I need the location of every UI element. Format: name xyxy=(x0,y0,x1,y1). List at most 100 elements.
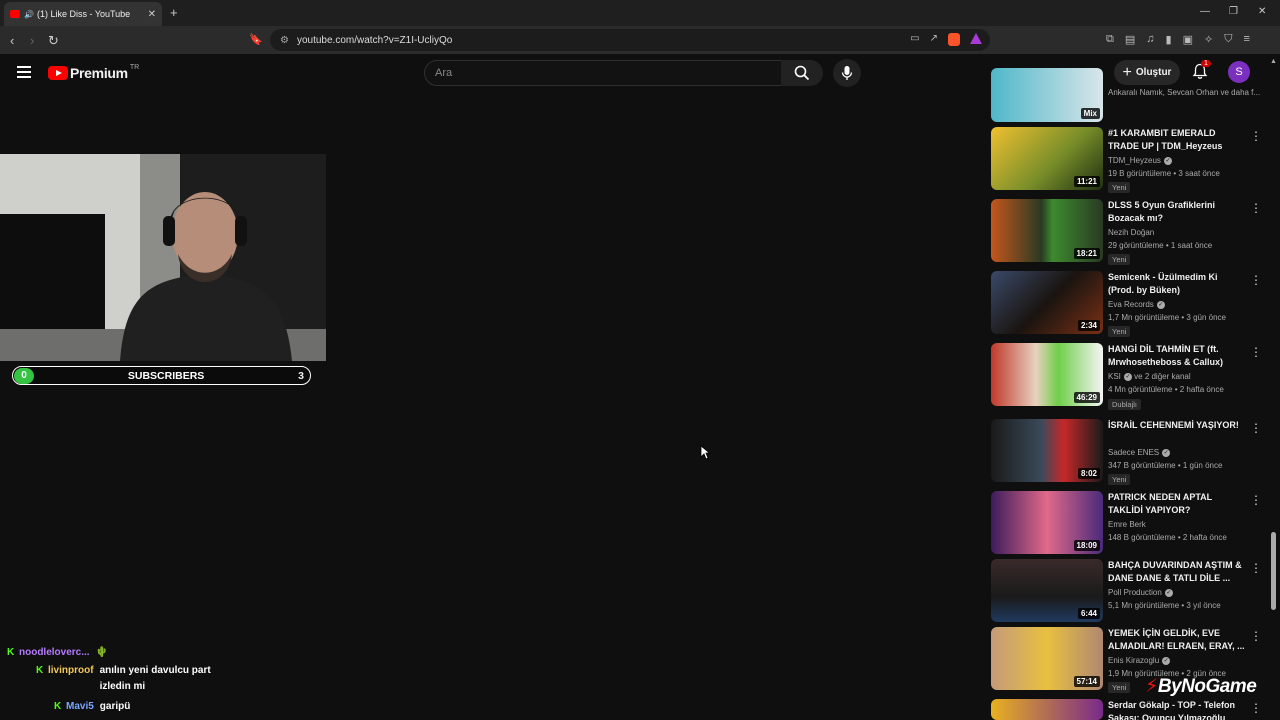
video-thumbnail[interactable] xyxy=(991,699,1103,720)
video-title[interactable]: Serdar Gökalp - TOP - Telefon Şakası: Oy… xyxy=(1108,699,1245,720)
more-options-icon[interactable]: ⋮ xyxy=(1250,345,1262,359)
video-duration: 18:21 xyxy=(1073,248,1100,259)
notification-count-badge: 1 xyxy=(1201,60,1211,67)
share-icon[interactable]: ↗ xyxy=(930,33,938,46)
video-thumbnail[interactable]: 2:34 xyxy=(991,271,1103,334)
close-tab-icon[interactable]: ✕ xyxy=(148,9,156,20)
video-title[interactable]: BAHÇA DUVARINDAN AŞTIM & DANE DANE & TAT… xyxy=(1108,559,1245,585)
brave-shields-icon[interactable] xyxy=(948,33,960,46)
new-badge: Yeni xyxy=(1108,474,1131,485)
cast-icon[interactable]: ▭ xyxy=(910,33,919,46)
subscriber-start-count: 0 xyxy=(14,367,34,384)
restore-button[interactable]: ❐ xyxy=(1229,6,1238,17)
video-thumbnail[interactable]: 11:21 xyxy=(991,127,1103,190)
hamburger-menu-icon[interactable] xyxy=(17,66,31,81)
logo-word: Premium xyxy=(70,65,128,81)
more-options-icon[interactable]: ⋮ xyxy=(1250,629,1262,643)
avatar[interactable]: S xyxy=(1228,61,1250,83)
subscriber-goal-count: 3 xyxy=(298,369,304,382)
video-channel[interactable]: Poll Production ✓ xyxy=(1108,588,1173,597)
verified-icon: ✓ xyxy=(1123,372,1132,381)
youtube-premium-logo[interactable]: Premium TR xyxy=(48,64,139,81)
more-options-icon[interactable]: ⋮ xyxy=(1250,201,1262,215)
forward-icon[interactable]: › xyxy=(30,33,34,48)
sticker-icon: 🌵 xyxy=(95,647,109,658)
chat-username: noodleloverc... xyxy=(19,647,90,658)
search-input[interactable] xyxy=(435,67,781,79)
more-options-icon[interactable]: ⋮ xyxy=(1250,129,1262,143)
create-button[interactable]: + Oluştur xyxy=(1114,60,1180,85)
video-channel[interactable]: Nezih Doğan xyxy=(1108,228,1154,237)
video-title[interactable]: Semicenk - Üzülmedim Ki (Prod. by Büken) xyxy=(1108,271,1245,297)
verified-icon: ✓ xyxy=(1162,448,1171,457)
video-thumbnail[interactable]: 8:02 xyxy=(991,419,1103,482)
video-channel[interactable]: Enis Kirazoglu ✓ xyxy=(1108,656,1171,665)
create-label: Oluştur xyxy=(1135,67,1172,78)
extensions-icon[interactable]: ⧉ xyxy=(1106,33,1114,46)
reader-icon[interactable]: ▤ xyxy=(1125,33,1135,46)
video-channel[interactable]: KSI ✓ ve 2 diğer kanal xyxy=(1108,372,1191,381)
channel-name: Enis Kirazoglu xyxy=(1108,656,1160,665)
verified-icon: ✓ xyxy=(1162,656,1171,665)
browser-tab-youtube[interactable]: 🔊 (1) Like Diss - YouTube ✕ xyxy=(4,2,162,26)
video-title[interactable]: PATRICK NEDEN APTAL TAKLİDİ YAPIYOR? xyxy=(1108,491,1245,517)
subscriber-goal-label: SUBSCRIBERS xyxy=(127,369,205,382)
bookmark-icon[interactable]: 🔖 xyxy=(249,33,263,46)
video-duration: 11:21 xyxy=(1073,176,1100,187)
chat-text: anılın yeni davulcu part izledin mi xyxy=(99,665,211,692)
video-channel[interactable]: Sadece ENES ✓ xyxy=(1108,448,1171,457)
wallet-icon[interactable]: ▣ xyxy=(1183,33,1193,46)
more-options-icon[interactable]: ⋮ xyxy=(1250,701,1262,715)
notifications-button[interactable]: 1 xyxy=(1192,60,1211,85)
more-options-icon[interactable]: ⋮ xyxy=(1250,561,1262,575)
video-channel[interactable]: Eva Records ✓ xyxy=(1108,300,1165,309)
video-thumbnail[interactable]: 57:14 xyxy=(991,627,1103,690)
video-title[interactable]: #1 KARAMBIT EMERALD TRADE UP | TDM_Heyze… xyxy=(1108,127,1245,153)
voice-search-button[interactable] xyxy=(833,59,861,87)
close-window-button[interactable]: ✕ xyxy=(1258,6,1266,17)
chat-message: K noodleloverc... 🌵 xyxy=(7,647,108,658)
video-thumbnail[interactable]: Mix xyxy=(991,68,1103,122)
verified-icon: ✓ xyxy=(1163,156,1172,165)
video-duration: 57:14 xyxy=(1073,676,1100,687)
video-meta: 5,1 Mn görüntüleme • 3 yıl önce xyxy=(1108,601,1221,610)
watermark-logo: ⚡ByNoGame xyxy=(1145,675,1257,698)
back-icon[interactable]: ‹ xyxy=(10,33,14,48)
video-title[interactable]: İSRAİL CEHENNEMİ YAŞIYOR! xyxy=(1108,419,1245,432)
scroll-up-icon[interactable]: ▲ xyxy=(1270,58,1277,65)
video-title[interactable]: HANGİ DİL TAHMİN ET (ft. Mrwhosetheboss … xyxy=(1108,343,1245,369)
reload-icon[interactable]: ↻ xyxy=(48,33,59,49)
video-thumbnail[interactable]: 46:29 xyxy=(991,343,1103,406)
video-duration: 8:02 xyxy=(1077,468,1100,479)
video-title[interactable]: YEMEK İÇİN GELDİK, EVE ALMADILAR! ELRAEN… xyxy=(1108,627,1245,653)
video-meta: 19 B görüntüleme • 3 saat önce xyxy=(1108,169,1220,178)
video-title[interactable]: DLSS 5 Oyun Grafiklerini Bozacak mı? xyxy=(1108,199,1245,225)
new-badge: Yeni xyxy=(1108,254,1131,265)
media-icon[interactable]: ♫ xyxy=(1146,33,1154,46)
site-info-icon[interactable]: ⚙ xyxy=(280,35,289,46)
menu-icon[interactable]: ≡ xyxy=(1243,33,1249,46)
brave-rewards-icon[interactable] xyxy=(970,33,982,44)
video-channel[interactable]: Emre Berk xyxy=(1108,520,1146,529)
more-options-icon[interactable]: ⋮ xyxy=(1250,421,1262,435)
address-bar[interactable]: ⚙ youtube.com/watch?v=Z1I-UcliyQo ▭ ↗ xyxy=(270,29,990,51)
new-tab-button[interactable]: + xyxy=(170,5,178,20)
sidebar-icon[interactable]: ▮ xyxy=(1166,33,1172,46)
video-thumbnail[interactable]: 18:21 xyxy=(991,199,1103,262)
chat-username: Mavi5 xyxy=(66,701,94,712)
page-scrollbar[interactable] xyxy=(1271,532,1276,610)
browser-tab-bar: 🔊 (1) Like Diss - YouTube ✕ + — ❐ ✕ xyxy=(0,0,1280,26)
leo-icon[interactable]: ✧ xyxy=(1204,33,1213,46)
kick-icon: K xyxy=(7,647,15,658)
video-thumbnail[interactable]: 6:44 xyxy=(991,559,1103,622)
channel-name: KSI xyxy=(1108,372,1121,381)
speaker-icon[interactable]: 🔊 xyxy=(24,10,34,19)
video-thumbnail[interactable]: 18:09 xyxy=(991,491,1103,554)
youtube-favicon-icon xyxy=(10,10,20,18)
more-options-icon[interactable]: ⋮ xyxy=(1250,273,1262,287)
minimize-button[interactable]: — xyxy=(1200,6,1210,17)
video-channel[interactable]: TDM_Heyzeus ✓ xyxy=(1108,156,1172,165)
more-options-icon[interactable]: ⋮ xyxy=(1250,493,1262,507)
search-button[interactable] xyxy=(781,60,823,86)
vpn-icon[interactable]: ⛉ xyxy=(1224,33,1232,46)
